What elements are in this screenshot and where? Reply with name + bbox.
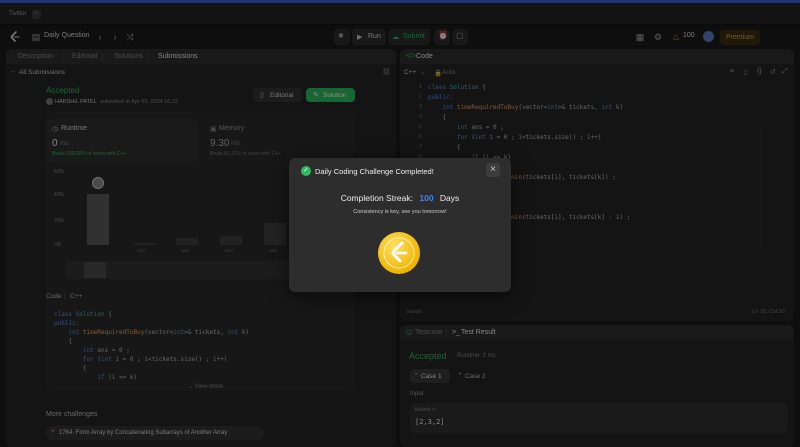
close-icon[interactable]: × — [486, 163, 500, 177]
daily-challenge-modal: ✓ Daily Coding Challenge Completed! × Co… — [289, 158, 511, 292]
streak-line: Completion Streak: 100 Days — [289, 193, 511, 203]
streak-value: 100 — [419, 193, 434, 203]
leetcode-coin-logo-icon — [383, 237, 415, 269]
streak-unit: Days — [439, 193, 460, 203]
gold-coin-icon — [378, 232, 420, 274]
modal-subtitle: Consistency is key, see you tomorrow! — [353, 209, 447, 215]
streak-label: Completion Streak: — [340, 193, 413, 203]
modal-title: Daily Coding Challenge Completed! — [315, 167, 434, 176]
check-circle-icon: ✓ — [301, 166, 311, 176]
